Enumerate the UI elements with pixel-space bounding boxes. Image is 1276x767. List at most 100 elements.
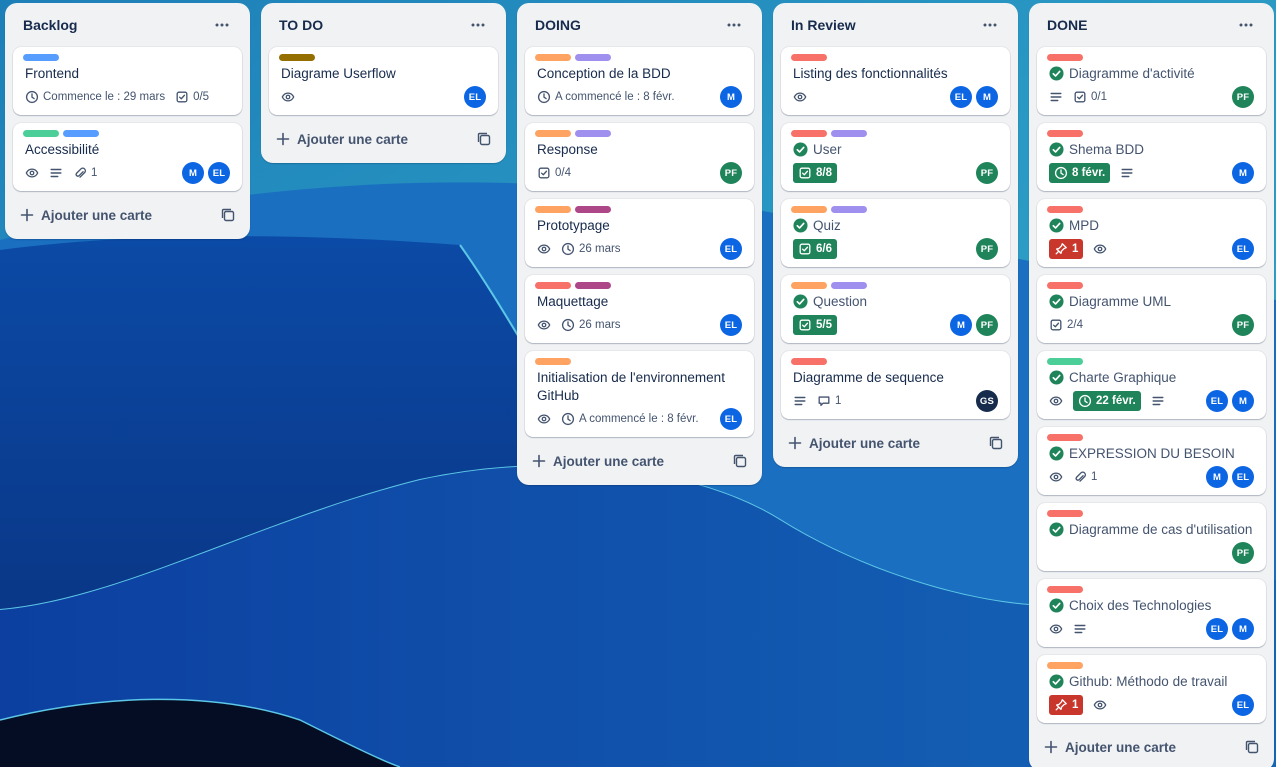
avatar[interactable]: EL [208, 162, 230, 184]
avatar[interactable]: M [1232, 390, 1254, 412]
avatar[interactable]: M [976, 86, 998, 108]
add-card-button[interactable]: Ajouter une carte [525, 445, 754, 477]
avatar[interactable]: M [950, 314, 972, 336]
avatar[interactable]: PF [976, 314, 998, 336]
create-from-template-icon[interactable] [476, 131, 492, 147]
completed-check-icon[interactable] [1049, 217, 1069, 233]
avatar[interactable]: EL [464, 86, 486, 108]
card-label[interactable] [535, 206, 571, 213]
avatar[interactable]: EL [1206, 618, 1228, 640]
avatar[interactable]: M [1232, 618, 1254, 640]
avatar[interactable]: EL [720, 408, 742, 430]
card-label[interactable] [791, 130, 827, 137]
list-menu-icon[interactable] [978, 13, 1002, 37]
card[interactable]: Github: Méthodo de travail 1 EL [1037, 655, 1266, 723]
completed-check-icon[interactable] [1049, 673, 1069, 689]
list-title[interactable]: In Review [791, 17, 856, 33]
card-label[interactable] [1047, 662, 1083, 669]
card[interactable]: Frontend Commence le : 29 mars 0/5 [13, 47, 242, 115]
card-label[interactable] [535, 282, 571, 289]
card[interactable]: Choix des Technologies EL M [1037, 579, 1266, 647]
card-label[interactable] [1047, 282, 1083, 289]
card-label[interactable] [575, 282, 611, 289]
card-label[interactable] [831, 282, 867, 289]
card-label[interactable] [23, 130, 59, 137]
completed-check-icon[interactable] [1049, 293, 1069, 309]
card-label[interactable] [1047, 206, 1083, 213]
avatar[interactable]: M [182, 162, 204, 184]
card-label[interactable] [23, 54, 59, 61]
avatar[interactable]: M [1206, 466, 1228, 488]
card[interactable]: Listing des fonctionnalités EL M [781, 47, 1010, 115]
card-label[interactable] [535, 130, 571, 137]
avatar[interactable]: EL [720, 238, 742, 260]
card[interactable]: Diagramme d'activité 0/1 PF [1037, 47, 1266, 115]
completed-check-icon[interactable] [793, 293, 813, 309]
card-label[interactable] [575, 130, 611, 137]
card[interactable]: Diagramme de sequence 1 GS [781, 351, 1010, 419]
card[interactable]: Diagrame Userflow EL [269, 47, 498, 115]
completed-check-icon[interactable] [1049, 65, 1069, 81]
avatar[interactable]: EL [720, 314, 742, 336]
card-label[interactable] [1047, 54, 1083, 61]
card[interactable]: Quiz 6/6 PF [781, 199, 1010, 267]
card[interactable]: Diagramme de cas d'utilisation PF [1037, 503, 1266, 571]
card[interactable]: EXPRESSION DU BESOIN 1 M EL [1037, 427, 1266, 495]
card-label[interactable] [63, 130, 99, 137]
completed-check-icon[interactable] [793, 141, 813, 157]
card[interactable]: Shema BDD 8 févr. M [1037, 123, 1266, 191]
card[interactable]: Question 5/5 M PF [781, 275, 1010, 343]
card-label[interactable] [791, 206, 827, 213]
card-label[interactable] [279, 54, 315, 61]
card[interactable]: Charte Graphique 22 févr. EL M [1037, 351, 1266, 419]
avatar[interactable]: GS [976, 390, 998, 412]
avatar[interactable]: M [720, 86, 742, 108]
card[interactable]: Response 0/4 PF [525, 123, 754, 191]
card-label[interactable] [1047, 510, 1083, 517]
card-label[interactable] [1047, 434, 1083, 441]
avatar[interactable]: EL [1232, 238, 1254, 260]
avatar[interactable]: PF [1232, 314, 1254, 336]
list-menu-icon[interactable] [1234, 13, 1258, 37]
list-title[interactable]: TO DO [279, 17, 323, 33]
card-label[interactable] [1047, 586, 1083, 593]
list-menu-icon[interactable] [210, 13, 234, 37]
avatar[interactable]: PF [976, 238, 998, 260]
create-from-template-icon[interactable] [732, 453, 748, 469]
card-label[interactable] [1047, 130, 1083, 137]
list-title[interactable]: DONE [1047, 17, 1087, 33]
list-title[interactable]: DOING [535, 17, 581, 33]
card[interactable]: Maquettage 26 mars EL [525, 275, 754, 343]
completed-check-icon[interactable] [1049, 141, 1069, 157]
card[interactable]: User 8/8 PF [781, 123, 1010, 191]
card[interactable]: Diagramme UML 2/4 PF [1037, 275, 1266, 343]
list-title[interactable]: Backlog [23, 17, 77, 33]
completed-check-icon[interactable] [1049, 369, 1069, 385]
list-menu-icon[interactable] [722, 13, 746, 37]
avatar[interactable]: EL [1206, 390, 1228, 412]
card[interactable]: Conception de la BDD A commencé le : 8 fé… [525, 47, 754, 115]
avatar[interactable]: PF [976, 162, 998, 184]
avatar[interactable]: PF [1232, 542, 1254, 564]
create-from-template-icon[interactable] [988, 435, 1004, 451]
card[interactable]: Initialisation de l'environnement GitHub… [525, 351, 754, 437]
completed-check-icon[interactable] [1049, 445, 1069, 461]
card[interactable]: Accessibilité 1 M EL [13, 123, 242, 191]
completed-check-icon[interactable] [793, 217, 813, 233]
card-label[interactable] [1047, 358, 1083, 365]
card-label[interactable] [575, 206, 611, 213]
card-label[interactable] [535, 358, 571, 365]
avatar[interactable]: EL [950, 86, 972, 108]
add-card-button[interactable]: Ajouter une carte [1037, 731, 1266, 763]
card-label[interactable] [831, 130, 867, 137]
create-from-template-icon[interactable] [220, 207, 236, 223]
list-menu-icon[interactable] [466, 13, 490, 37]
card-label[interactable] [791, 282, 827, 289]
avatar[interactable]: PF [1232, 86, 1254, 108]
completed-check-icon[interactable] [1049, 521, 1069, 537]
card[interactable]: Prototypage 26 mars EL [525, 199, 754, 267]
add-card-button[interactable]: Ajouter une carte [781, 427, 1010, 459]
card-label[interactable] [535, 54, 571, 61]
completed-check-icon[interactable] [1049, 597, 1069, 613]
add-card-button[interactable]: Ajouter une carte [13, 199, 242, 231]
